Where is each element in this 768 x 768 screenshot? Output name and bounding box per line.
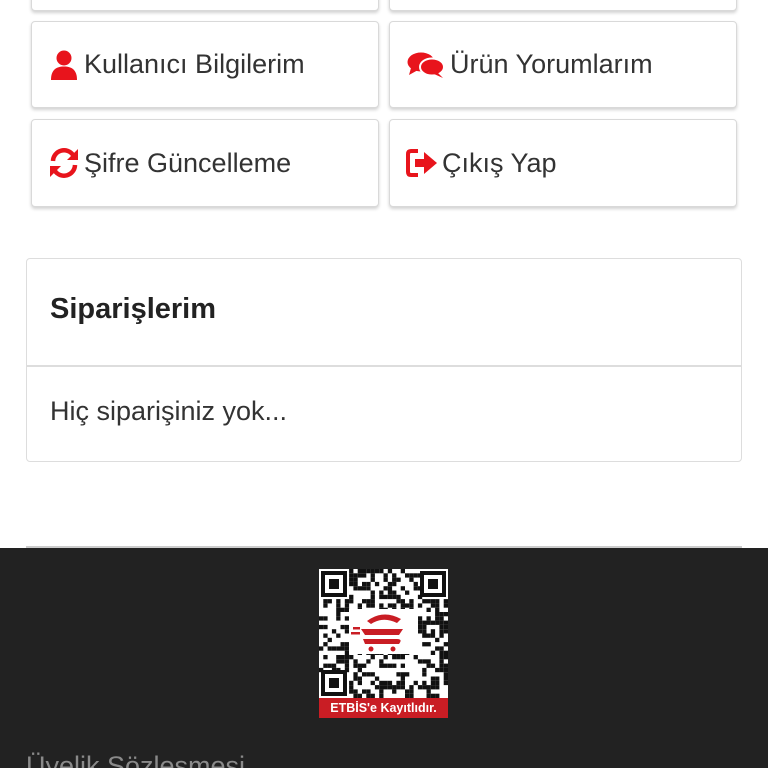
user-icon bbox=[48, 49, 80, 81]
footer: ETBİS'e Kayıtlıdır. Üyelik Sözleşmesi bbox=[0, 548, 768, 768]
user-info-button[interactable]: Kullanıcı Bilgilerim bbox=[31, 21, 379, 108]
etbis-badge[interactable]: ETBİS'e Kayıtlıdır. bbox=[319, 569, 448, 719]
membership-agreement-link[interactable]: Üyelik Sözleşmesi bbox=[26, 751, 245, 768]
password-update-button[interactable]: Şifre Güncelleme bbox=[31, 119, 379, 207]
user-info-label: Kullanıcı Bilgilerim bbox=[84, 49, 305, 79]
password-update-label: Şifre Güncelleme bbox=[84, 147, 292, 178]
orders-empty-message: Hiç siparişiniz yok... bbox=[50, 396, 288, 426]
etbis-caption: ETBİS'e Kayıtlıdır. bbox=[319, 698, 448, 718]
product-reviews-button[interactable]: Ürün Yorumlarım bbox=[389, 21, 737, 108]
comments-icon bbox=[406, 49, 446, 81]
orders-panel: Siparişlerim Hiç siparişiniz yok... bbox=[26, 258, 742, 462]
logout-button[interactable]: Çıkış Yap bbox=[389, 119, 737, 207]
refresh-icon bbox=[48, 147, 80, 179]
orders-divider bbox=[27, 365, 741, 367]
page: Kullanıcı Bilgilerim Ürün Yorumlarım Şif… bbox=[0, 0, 768, 768]
logout-label: Çıkış Yap bbox=[442, 147, 557, 178]
sign-out-icon bbox=[406, 147, 438, 179]
menu-button-top-left[interactable] bbox=[31, 0, 379, 11]
etbis-qr-code bbox=[319, 569, 448, 698]
orders-title: Siparişlerim bbox=[50, 293, 217, 325]
menu-button-top-right[interactable] bbox=[389, 0, 737, 11]
product-reviews-label: Ürün Yorumlarım bbox=[450, 49, 653, 79]
